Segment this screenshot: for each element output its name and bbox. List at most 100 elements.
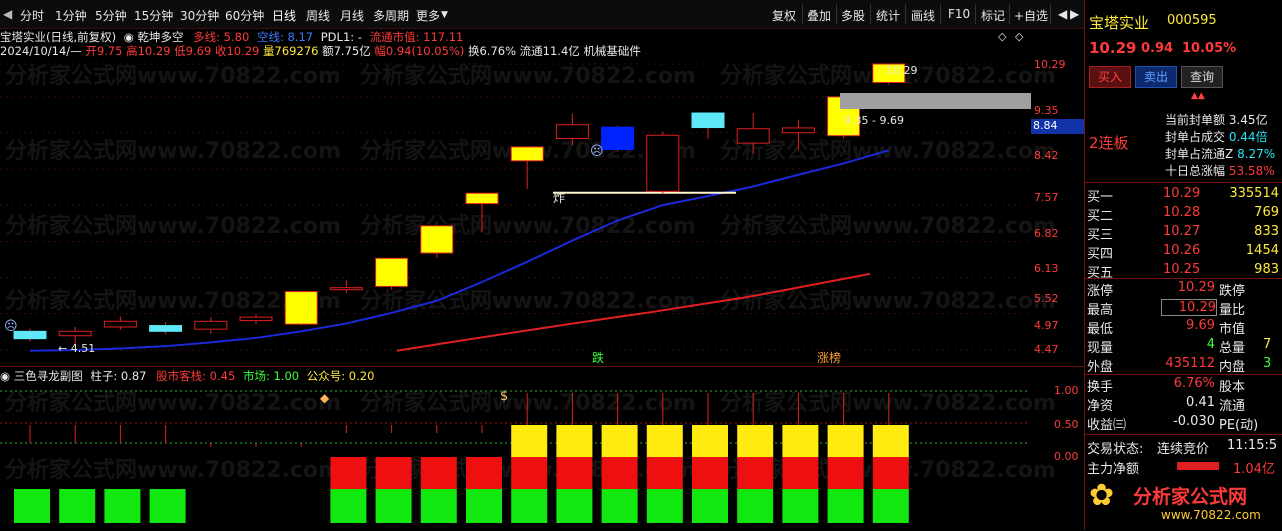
query-button[interactable]: 查询: [1181, 66, 1223, 88]
tab-weekly[interactable]: 周线: [306, 7, 330, 24]
sub-plot: [0, 390, 1030, 523]
stat-right-label: 股本: [1219, 380, 1246, 395]
statistics-button[interactable]: 统计: [876, 7, 900, 24]
candle[interactable]: [194, 317, 228, 334]
more-dropdown-icon[interactable]: ▼: [441, 10, 448, 20]
buy-button[interactable]: 买入: [1089, 66, 1131, 88]
stat-right-label: 内盘: [1219, 360, 1246, 375]
multi-stock-button[interactable]: 多股: [841, 7, 865, 24]
red-bar: [330, 457, 367, 489]
candle[interactable]: [691, 112, 725, 139]
current-price: 10.29: [1089, 39, 1137, 57]
tab-1min[interactable]: 1分钟: [55, 7, 87, 24]
candle[interactable]: [781, 119, 815, 151]
candle[interactable]: [420, 225, 454, 258]
seal-deal-label: 封单占成交: [1165, 130, 1226, 144]
tab-more[interactable]: 更多: [416, 7, 440, 24]
sub-indicator-chart[interactable]: ◉ 三色寻龙副图 柱子: 0.87 股市客栈: 0.45 市场: 1.00 公众…: [0, 366, 1084, 531]
tab-30min[interactable]: 30分钟: [180, 7, 219, 24]
candle[interactable]: [465, 192, 499, 233]
candle[interactable]: [736, 113, 770, 154]
sub-tick: 0.50: [1054, 418, 1079, 431]
bid-price: 10.25: [1163, 262, 1201, 277]
blue-line: [29, 149, 890, 352]
bid-row[interactable]: 买二 10.28 769: [1085, 205, 1282, 224]
seal-amount-label: 当前封单额: [1165, 113, 1226, 127]
candle[interactable]: [329, 280, 363, 293]
bid-row[interactable]: 买四 10.26 1454: [1085, 243, 1282, 262]
zhangting-mark: 涨榜: [817, 351, 842, 365]
red-bar: [511, 457, 548, 489]
stat-label: 现量: [1087, 341, 1114, 356]
candle[interactable]: [555, 113, 589, 146]
green-bar: [556, 489, 593, 523]
draw-line-button[interactable]: 画线: [911, 7, 935, 24]
bid-row[interactable]: 买三 10.27 833: [1085, 224, 1282, 243]
green-bar: [782, 489, 819, 523]
candle-body: [329, 287, 363, 291]
stat-label: 收益㈢: [1087, 418, 1127, 433]
price-tick: 10.29: [1034, 58, 1066, 71]
yellow-bar: [646, 425, 683, 458]
tab-15min[interactable]: 15分钟: [134, 7, 173, 24]
bid-row[interactable]: 买一 10.29 335514: [1085, 186, 1282, 205]
overlay-button[interactable]: 叠加: [807, 7, 831, 24]
candle-body: [375, 257, 409, 287]
candle[interactable]: [239, 313, 273, 325]
candle[interactable]: [149, 322, 183, 335]
stat-row: 涨停 10.29 跌停: [1085, 280, 1282, 299]
tab-5min[interactable]: 5分钟: [95, 7, 127, 24]
stat-value: 10.29: [1161, 299, 1217, 316]
seal-float-label: 封单占流通Z: [1165, 147, 1234, 161]
candle[interactable]: [601, 125, 635, 152]
kline-chart[interactable]: 宝塔实业(日线,前复权) ◉ 乾坤多空 多线: 5.80 空线: 8.17 PD…: [0, 28, 1085, 366]
logo-url: www.70822.com: [1161, 508, 1261, 522]
mark-button[interactable]: 标记: [981, 7, 1005, 24]
red-bar: [466, 457, 502, 489]
candle-body: [194, 320, 228, 330]
stat-value: 9.69: [1186, 318, 1215, 333]
stat-label: 最低: [1087, 322, 1114, 337]
bid-label: 买二: [1087, 209, 1114, 224]
next-icon[interactable]: ▶: [1070, 7, 1079, 21]
tab-fenshi[interactable]: 分时: [20, 7, 44, 24]
prev-icon[interactable]: ◀: [1058, 7, 1067, 21]
fuquan-button[interactable]: 复权: [772, 7, 796, 24]
green-bar: [14, 489, 50, 523]
candle[interactable]: [375, 257, 409, 290]
candle-body: [781, 127, 815, 134]
stock-header: 宝塔实业 000595: [1085, 12, 1282, 34]
tab-daily[interactable]: 日线: [272, 7, 296, 24]
logo-text: 分析家公式网: [1133, 486, 1248, 508]
back-icon[interactable]: ◀: [3, 7, 12, 21]
f10-button[interactable]: F10: [948, 7, 970, 21]
candle[interactable]: [646, 131, 680, 195]
red-bar: [827, 457, 864, 489]
stat-row: 最低 9.69 市值: [1085, 318, 1282, 337]
seal-info: 当前封单额 3.45亿 封单占成交 0.44倍 封单占流通Z 8.27% 十日总…: [1165, 112, 1282, 180]
price-tick: 4.97: [1034, 319, 1059, 332]
candle-body: [465, 192, 499, 205]
candle[interactable]: [510, 146, 544, 189]
candle[interactable]: [13, 328, 47, 342]
candle-body: [510, 146, 544, 162]
add-watchlist-button[interactable]: +自选: [1014, 7, 1048, 24]
zha-mark: 炸: [553, 191, 566, 205]
main-flow-row: 主力净额 1.04亿: [1085, 458, 1282, 477]
tab-multi-period[interactable]: 多周期: [373, 7, 409, 24]
green-bar: [601, 489, 638, 523]
tab-monthly[interactable]: 月线: [340, 7, 364, 24]
stat-right-value: 3: [1263, 356, 1272, 371]
stat-right-label: PE(动): [1219, 418, 1259, 433]
collapse-icon[interactable]: ▲▲: [1191, 91, 1205, 101]
stat-value: 10.29: [1177, 280, 1215, 295]
candle[interactable]: [284, 291, 318, 326]
red-bar: [782, 457, 819, 489]
stat-right-label: 流通: [1219, 399, 1246, 414]
sell-button[interactable]: 卖出: [1135, 66, 1177, 88]
status-value: 连续竞价: [1157, 442, 1210, 457]
green-bar: [149, 489, 186, 523]
candle[interactable]: [103, 316, 137, 330]
tab-60min[interactable]: 60分钟: [225, 7, 264, 24]
bid-label: 买四: [1087, 247, 1114, 262]
